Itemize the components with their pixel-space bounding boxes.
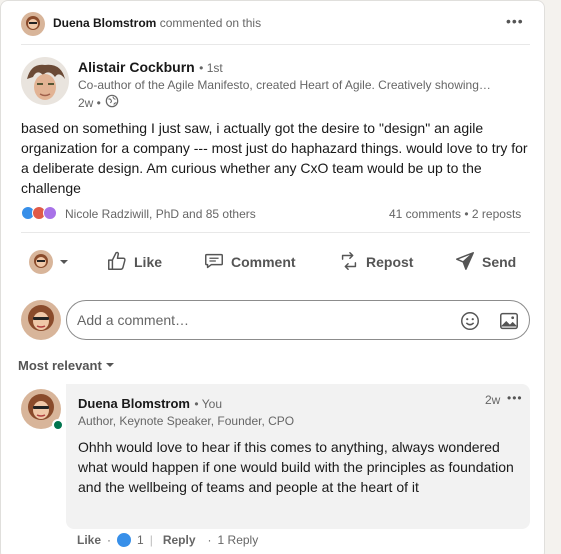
comment-sort-dropdown[interactable]: Most relevant [18, 358, 115, 373]
comment-placeholder: Add a comment… [77, 312, 190, 328]
send-button[interactable]: Send [454, 247, 516, 277]
comment-action-dot: · [207, 533, 212, 547]
comment-overflow-menu-button[interactable]: ••• [507, 391, 523, 405]
post-author-name[interactable]: Alistair Cockburn [78, 59, 195, 75]
header-actor-action: commented on this [159, 16, 262, 30]
post-body: based on something I just saw, i actuall… [21, 120, 528, 196]
repost-button[interactable]: Repost [338, 247, 413, 277]
identity-avatar [29, 250, 53, 274]
comment-like-reaction-icon [117, 533, 132, 547]
send-icon [454, 250, 476, 275]
reaction-identity-selector[interactable] [29, 247, 69, 277]
comment-input[interactable]: Add a comment… [66, 300, 530, 340]
comment-author-tag: • You [194, 397, 222, 411]
header-avatar[interactable] [21, 12, 45, 36]
post-stats: 41 comments • 2 reposts [389, 207, 521, 221]
caret-down-icon [105, 358, 115, 373]
image-icon[interactable] [498, 310, 520, 337]
reposts-count[interactable]: 2 reposts [472, 207, 521, 221]
online-status-indicator [52, 419, 64, 431]
comment-author-name[interactable]: Duena Blomstrom [78, 396, 190, 411]
comment-action-pipe: | [149, 533, 153, 547]
like-label: Like [134, 254, 163, 270]
comment-label: Comment [231, 254, 296, 270]
comment-author-line: Duena Blomstrom • You [78, 395, 222, 413]
post-time: 2w • [78, 95, 101, 110]
comment-bubble: Duena Blomstrom • You Author, Keynote Sp… [66, 384, 530, 529]
comment-text: Ohhh would love to hear if this comes to… [78, 439, 514, 495]
stats-divider [21, 232, 530, 233]
like-button[interactable]: Like [106, 247, 162, 277]
thumbs-up-icon [106, 250, 128, 275]
post-timestamp: 2w • [78, 94, 119, 111]
comment-actions: Like · 1 | Reply · 1 Reply [77, 533, 258, 547]
caret-down-icon [59, 254, 69, 270]
speech-bubble-icon [203, 250, 225, 275]
reactions-summary[interactable]: Nicole Radziwill, PhD and 85 others [65, 207, 256, 221]
post-author-avatar[interactable] [21, 57, 69, 105]
repost-icon [338, 250, 360, 275]
comment-like-button[interactable]: Like [77, 533, 101, 547]
repost-label: Repost [366, 254, 414, 270]
comment-action-dot: · [107, 533, 112, 547]
comment-button[interactable]: Comment [203, 247, 296, 277]
post-author-headline: Co-author of the Agile Manifesto, create… [78, 78, 491, 92]
post-author-line: Alistair Cockburn • 1st [78, 59, 223, 77]
header-divider [21, 44, 530, 45]
comment-reply-button[interactable]: Reply [163, 533, 196, 547]
stats-separator: • [464, 207, 469, 221]
send-label: Send [482, 254, 517, 270]
globe-icon [105, 94, 119, 111]
comments-count[interactable]: 41 comments [389, 207, 461, 221]
comment-like-count[interactable]: 1 [137, 533, 144, 547]
post-author-degree: • 1st [199, 61, 223, 75]
comment-time: 2w [485, 393, 501, 407]
reaction-icons[interactable] [21, 206, 57, 220]
feed-card: Duena Blomstrom commented on this ••• Al… [0, 0, 545, 554]
commenter-avatar[interactable] [21, 300, 61, 340]
emoji-icon[interactable] [459, 310, 481, 337]
comment-replies-count[interactable]: 1 Reply [218, 533, 259, 547]
comment-author-headline: Author, Keynote Speaker, Founder, CPO [78, 414, 295, 428]
header-actor-name[interactable]: Duena Blomstrom [53, 16, 156, 30]
love-reaction-icon [43, 206, 57, 220]
sort-label: Most relevant [18, 358, 102, 373]
header-text: Duena Blomstrom commented on this [53, 16, 261, 30]
post-overflow-menu-button[interactable]: ••• [506, 13, 524, 29]
